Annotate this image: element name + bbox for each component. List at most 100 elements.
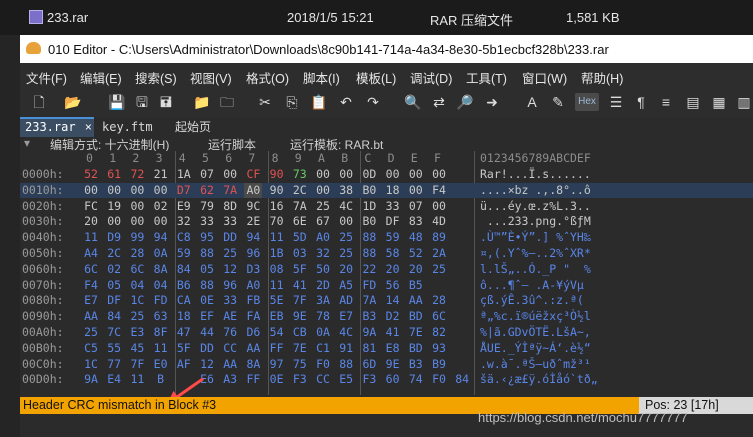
- hex-row[interactable]: 0070h: F4 05 04 04 B6 88 96 A0 11 41 2D A5 FD 56 B5 ô...…: [20, 278, 753, 293]
- hex-byte[interactable]: 7C: [105, 325, 123, 340]
- copy-icon[interactable]: ⎘: [283, 93, 301, 111]
- hex-byte[interactable]: 00: [221, 167, 239, 182]
- hex-byte[interactable]: D6: [244, 325, 262, 340]
- hex-byte[interactable]: 75: [291, 357, 309, 372]
- find-in-files-icon[interactable]: 🔎: [456, 93, 474, 111]
- hex-row[interactable]: 0010h: 00 00 00 00 D7 62 7A A0 90 2C 00 38 B0 18 00 F4..…: [20, 182, 753, 198]
- hex-byte[interactable]: 99: [128, 230, 146, 245]
- hex-byte[interactable]: 84: [453, 372, 471, 387]
- hex-byte[interactable]: 9A: [82, 372, 100, 387]
- redo-icon[interactable]: ↷: [364, 93, 382, 111]
- hex-byte[interactable]: FF: [244, 372, 262, 387]
- hex-byte[interactable]: FD: [360, 278, 378, 293]
- hex-row[interactable]: 0040h: 11 D9 99 94 C8 95 DD 94 11 5D A0 25 88 59 48 89 .Ù…: [20, 230, 753, 245]
- hex-byte[interactable]: 63: [152, 309, 170, 324]
- hex-byte[interactable]: 33: [221, 214, 239, 229]
- hex-byte[interactable]: 00: [128, 214, 146, 229]
- hex-byte[interactable]: 90: [268, 183, 286, 198]
- hex-byte[interactable]: 7A: [221, 183, 239, 198]
- tab-close-icon[interactable]: ×: [85, 120, 92, 134]
- hex-row[interactable]: 0080h: E7 DF 1C FD CA 0E 33 FB 5E 7F 3A AD 7A 14 AA 28 çß…: [20, 293, 753, 308]
- hex-byte[interactable]: 00: [105, 183, 123, 198]
- hex-byte[interactable]: CA: [175, 293, 193, 308]
- hex-byte[interactable]: 59: [384, 230, 402, 245]
- menu-file[interactable]: 文件(F): [26, 68, 67, 87]
- hex-byte[interactable]: 84: [105, 309, 123, 324]
- hex-byte[interactable]: E4: [105, 372, 123, 387]
- hex-byte[interactable]: AA: [244, 341, 262, 356]
- workspace-icon[interactable]: 🗀: [218, 93, 236, 111]
- hex-byte[interactable]: 00: [82, 183, 100, 198]
- ascii-text[interactable]: ...233.png.°ßƒM: [480, 214, 591, 229]
- hex-row[interactable]: 0060h: 6C 02 6C 8A 84 05 12 D3 08 5F 50 20 22 20 20 25 l.…: [20, 262, 753, 277]
- hex-byte[interactable]: 7F: [128, 357, 146, 372]
- ascii-text[interactable]: ¤,(.Yˆ%–..2%ˆXR*: [480, 246, 591, 261]
- new-file-icon[interactable]: 🗋: [30, 93, 48, 111]
- hex-byte[interactable]: 11: [82, 230, 100, 245]
- hex-byte[interactable]: FC: [82, 199, 100, 214]
- ascii-text[interactable]: ÅUE._ÝÌªÿ~Á‘.è½“: [480, 341, 591, 356]
- hex-byte[interactable]: 5E: [268, 293, 286, 308]
- hex-byte[interactable]: 6C: [82, 262, 100, 277]
- hex-byte[interactable]: 4C: [337, 199, 355, 214]
- grid-icon[interactable]: ▥: [735, 93, 753, 111]
- hex-byte[interactable]: B: [152, 372, 170, 387]
- ascii-text[interactable]: ª„%c.ï®úëžxç³Ò½l: [480, 309, 591, 324]
- hex-byte[interactable]: 05: [198, 262, 216, 277]
- menu-window[interactable]: 窗口(W): [522, 68, 567, 87]
- ascii-text[interactable]: çß.ýÊ.3û^.:­z.ª(: [480, 293, 584, 308]
- hex-byte[interactable]: E0: [152, 357, 170, 372]
- hex-byte[interactable]: 1B: [268, 246, 286, 261]
- hex-byte[interactable]: 96: [221, 278, 239, 293]
- hex-byte[interactable]: E5: [337, 372, 355, 387]
- hex-byte[interactable]: 28: [128, 246, 146, 261]
- hex-byte[interactable]: 25: [128, 309, 146, 324]
- hex-byte[interactable]: 00: [128, 199, 146, 214]
- save-all-icon[interactable]: 🖬: [157, 93, 175, 111]
- hex-byte[interactable]: CC: [221, 341, 239, 356]
- hex-byte[interactable]: 18: [384, 183, 402, 198]
- hex-byte[interactable]: 00: [337, 214, 355, 229]
- hex-byte[interactable]: A0: [244, 278, 262, 293]
- hex-byte[interactable]: 04: [152, 278, 170, 293]
- hex-byte[interactable]: 82: [430, 325, 448, 340]
- hex-byte[interactable]: 96: [244, 246, 262, 261]
- ascii-text[interactable]: .Ù™”È•Ý”.] %ˆYH‰: [480, 230, 591, 245]
- hex-byte[interactable]: 8F: [152, 325, 170, 340]
- menu-debug[interactable]: 调试(D): [410, 68, 452, 87]
- hex-byte[interactable]: 1C: [82, 357, 100, 372]
- hex-byte[interactable]: 55: [105, 341, 123, 356]
- hex-byte[interactable]: 20: [384, 262, 402, 277]
- hex-byte[interactable]: 32: [175, 214, 193, 229]
- hex-byte[interactable]: 48: [407, 230, 425, 245]
- hex-byte[interactable]: E7: [337, 309, 355, 324]
- hex-byte[interactable]: 59: [175, 246, 193, 261]
- hex-byte[interactable]: 11: [268, 278, 286, 293]
- hex-byte[interactable]: 20: [337, 262, 355, 277]
- hex-byte[interactable]: EB: [268, 309, 286, 324]
- hex-byte[interactable]: 03: [291, 246, 309, 261]
- hex-byte[interactable]: 5D: [291, 230, 309, 245]
- hex-byte[interactable]: 25: [337, 246, 355, 261]
- hex-byte[interactable]: 60: [384, 372, 402, 387]
- ruler-icon[interactable]: ▤: [684, 93, 702, 111]
- hex-byte[interactable]: 7A: [291, 199, 309, 214]
- hex-byte[interactable]: 28: [430, 293, 448, 308]
- menu-help[interactable]: 帮助(H): [581, 68, 623, 87]
- hex-byte[interactable]: 9E: [291, 309, 309, 324]
- hex-byte[interactable]: 20: [407, 262, 425, 277]
- hex-byte[interactable]: 1D: [360, 199, 378, 214]
- hex-byte[interactable]: 16: [268, 199, 286, 214]
- hex-byte[interactable]: 83: [407, 214, 425, 229]
- menu-script[interactable]: 脚本(I): [303, 68, 340, 87]
- collapse-icon[interactable]: ▾: [24, 136, 30, 150]
- hex-byte[interactable]: E8: [384, 341, 402, 356]
- hex-view[interactable]: 0 1 2 3 4 5 6 7 8 9 A B C D E F 0123456789ABCDEF 0000h: 52…: [20, 151, 753, 395]
- ascii-text[interactable]: ....×bz .,.8°..ô: [480, 183, 591, 198]
- hex-byte[interactable]: F0: [314, 357, 332, 372]
- hex-byte[interactable]: 02: [105, 262, 123, 277]
- hex-byte[interactable]: AA: [82, 309, 100, 324]
- columns-icon[interactable]: ☰: [607, 93, 625, 111]
- hex-byte[interactable]: AE: [221, 309, 239, 324]
- hex-byte[interactable]: 7F: [291, 293, 309, 308]
